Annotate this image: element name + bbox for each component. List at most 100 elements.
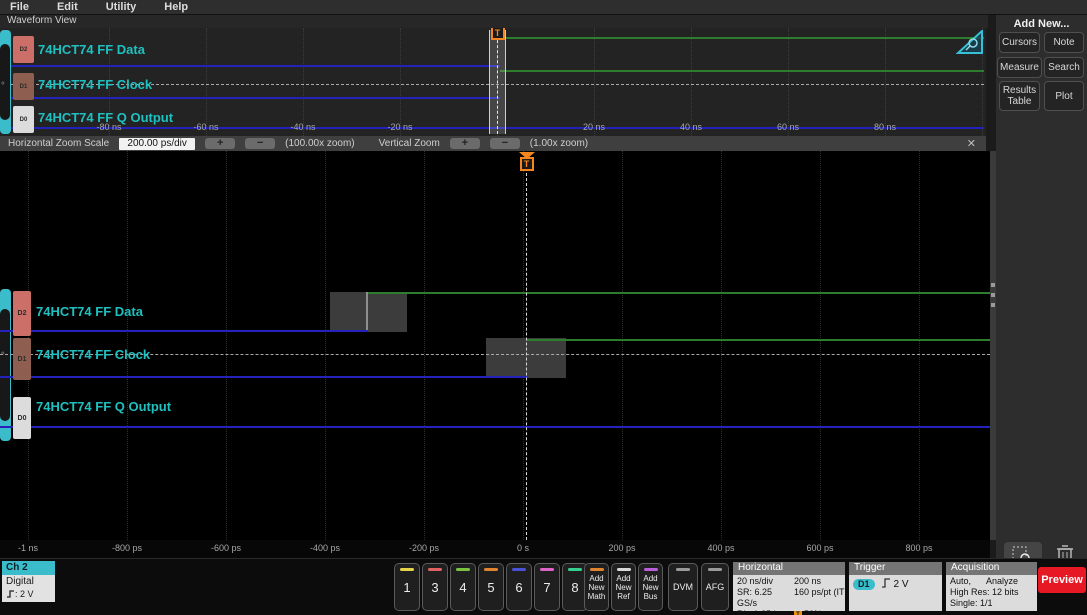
trace-clock-high (500, 70, 984, 72)
channel-2-name: Ch 2 (2, 561, 55, 575)
badge-d2[interactable]: D2 (13, 291, 31, 336)
trigger-source-marker: ‹› (1, 350, 5, 357)
badge-d0[interactable]: D0 (13, 106, 34, 133)
menu-edit[interactable]: Edit (57, 1, 78, 13)
afg-stripe (708, 568, 722, 571)
menu-utility[interactable]: Utility (106, 1, 137, 13)
menu-file[interactable]: File (10, 1, 29, 13)
add-new-math-button[interactable]: Add New Math (584, 563, 609, 611)
h-zoom-scale-value[interactable]: 200.00 ps/div (119, 137, 196, 150)
trace-clock-high (526, 339, 990, 341)
channel-color-stripe (512, 568, 526, 571)
channel-7-button[interactable]: 7 (534, 563, 560, 611)
dvm-button[interactable]: DVM (668, 563, 698, 611)
preview-button[interactable]: Preview (1038, 567, 1086, 593)
grid-line (303, 28, 304, 136)
label-ff-data[interactable]: 74HCT74 FF Data (38, 42, 145, 58)
grid-line (885, 28, 886, 136)
dvm-stripe (676, 568, 690, 571)
grid-line (226, 151, 227, 540)
grid-line (691, 28, 692, 136)
horizontal-panel[interactable]: Horizontal 20 ns/div 200 ns SR: 6.25 GS/s… (733, 562, 845, 615)
zoom-toolbar: Horizontal Zoom Scale 200.00 ps/div + − … (0, 136, 986, 151)
rising-edge-icon (882, 578, 891, 588)
channel-2-badge[interactable]: Ch 2 Digital : 2 V (2, 561, 55, 602)
axis-tick: 60 ns (776, 122, 800, 132)
label-ff-qoutput[interactable]: 74HCT74 FF Q Output (38, 110, 173, 126)
badge-d2[interactable]: D2 (13, 36, 34, 63)
bottom-status-bar: Ch 2 Digital : 2 V 1 3 4 5 6 7 8 Add New… (0, 558, 1087, 615)
trigger-position-icon: T (794, 610, 802, 615)
trigger-position-flag[interactable]: T (489, 28, 506, 40)
trigger-position-flag[interactable]: T (518, 152, 535, 171)
v-zoom-label: Vertical Zoom (378, 138, 440, 149)
h-zoom-plus-button[interactable]: + (205, 138, 236, 149)
grid-line (721, 151, 722, 540)
grid-line (594, 28, 595, 136)
channel-6-button[interactable]: 6 (506, 563, 532, 611)
v-zoom-minus-button[interactable]: − (489, 138, 520, 149)
trace-data-high (500, 37, 984, 39)
trace-clock-low (11, 97, 500, 99)
channel-color-stripe (568, 568, 582, 571)
axis-tick: 20 ns (582, 122, 606, 132)
note-button[interactable]: Note (1044, 32, 1084, 53)
label-ff-qoutput[interactable]: 74HCT74 FF Q Output (36, 399, 171, 415)
axis-tick: 40 ns (679, 122, 703, 132)
channel-5-button[interactable]: 5 (478, 563, 504, 611)
label-ff-data[interactable]: 74HCT74 FF Data (36, 304, 143, 320)
math-color-stripe (589, 568, 604, 571)
channel-4-button[interactable]: 4 (450, 563, 476, 611)
afg-button[interactable]: AFG (701, 563, 729, 611)
add-new-ref-button[interactable]: Add New Ref (611, 563, 636, 611)
grid-line (820, 151, 821, 540)
cursors-button[interactable]: Cursors (999, 32, 1040, 53)
horizontal-title: Horizontal (733, 562, 845, 575)
plot-button[interactable]: Plot (1044, 81, 1084, 111)
tab-waveform-view[interactable]: Waveform View (7, 15, 76, 26)
grid-line (622, 151, 623, 540)
add-new-bus-button[interactable]: Add New Bus (638, 563, 663, 611)
axis-tick: 200 ps (608, 543, 636, 553)
channel-3-button[interactable]: 3 (422, 563, 448, 611)
measure-button[interactable]: Measure (997, 57, 1042, 78)
panel-grip-handle[interactable] (991, 283, 995, 307)
ref-color-stripe (616, 568, 631, 571)
axis-tick: 600 ps (806, 543, 834, 553)
zoom-window-strip[interactable] (489, 30, 506, 134)
h-zoom-minus-button[interactable]: − (245, 138, 276, 149)
badge-d1[interactable]: D1 (13, 338, 31, 380)
v-zoom-plus-button[interactable]: + (449, 138, 480, 149)
v-zoom-factor: (1.00x zoom) (529, 138, 589, 149)
trace-data-low (0, 330, 368, 332)
digital-group-bracket (0, 309, 10, 421)
trigger-position-line (526, 173, 527, 540)
menu-help[interactable]: Help (164, 1, 188, 13)
trigger-panel[interactable]: Trigger D1 2 V (849, 562, 942, 611)
close-zoom-icon[interactable]: ✕ (967, 137, 976, 150)
axis-tick: -40 ns (290, 122, 316, 132)
axis-tick: 400 ps (707, 543, 735, 553)
results-table-button[interactable]: Results Table (999, 81, 1040, 111)
channel-color-stripe (428, 568, 442, 571)
zoom-overview-triangle-icon[interactable] (956, 30, 984, 55)
channel-2-type: Digital (6, 576, 34, 587)
search-button[interactable]: Search (1044, 57, 1084, 78)
acquisition-panel[interactable]: Acquisition Auto, Analyze High Res: 12 bi… (946, 562, 1037, 611)
grid-line (127, 151, 128, 540)
resolution: 160 ps/pt (IT (794, 587, 845, 597)
label-ff-clock[interactable]: 74HCT74 FF Clock (36, 347, 150, 363)
trigger-source-badge: D1 (853, 579, 875, 590)
axis-tick: -1 ns (17, 543, 39, 553)
grid-line (424, 151, 425, 540)
threshold-edge-icon (7, 590, 14, 598)
axis-tick: 80 ns (873, 122, 897, 132)
badge-d1[interactable]: D1 (13, 73, 34, 100)
label-ff-clock[interactable]: 74HCT74 FF Clock (38, 77, 152, 93)
record-length: RL: 1.25 kpts (737, 609, 791, 615)
channel-1-button[interactable]: 1 (394, 563, 420, 611)
oscilloscope-app: File Edit Utility Help Waveform View ‹› … (0, 0, 1087, 615)
waveform-overview: ‹› D2 74HCT74 FF Data D1 74HCT74 FF Cloc… (0, 28, 986, 136)
badge-d0[interactable]: D0 (13, 397, 31, 439)
axis-tick: -200 ps (408, 543, 440, 553)
